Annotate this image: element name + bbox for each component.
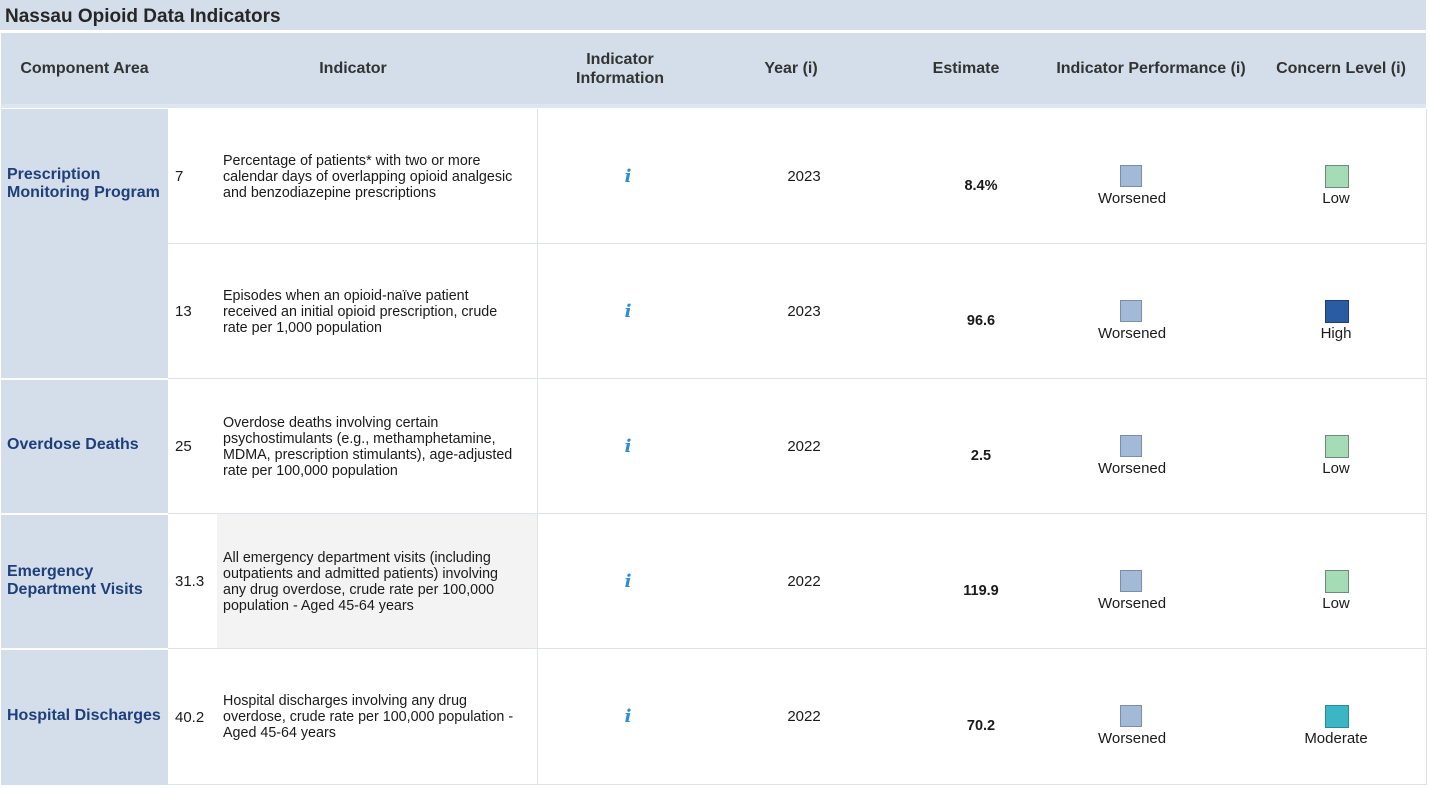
performance-label: Worsened bbox=[1098, 325, 1167, 342]
year-value: 2023 bbox=[787, 168, 821, 185]
indicator-text-line: Episodes when an opioid-naïve patient bbox=[223, 288, 469, 304]
indicator-number: 25 bbox=[175, 438, 192, 455]
info-icon[interactable]: i bbox=[621, 166, 635, 187]
component-label-line1: Prescription bbox=[7, 166, 101, 183]
component-label: Overdose Deaths bbox=[7, 436, 139, 453]
performance-swatch bbox=[1120, 435, 1142, 457]
indicator-text-line: received an initial opioid prescription,… bbox=[223, 304, 498, 320]
header-indicator-performance[interactable]: Indicator Performance (i) bbox=[1046, 33, 1256, 104]
header-component-area: Component Area bbox=[20, 60, 149, 77]
concern-swatch bbox=[1325, 705, 1349, 728]
concern-swatch bbox=[1325, 435, 1349, 458]
concern-swatch bbox=[1325, 165, 1349, 188]
year-value: 2022 bbox=[787, 438, 821, 455]
table-row: 7 Percentage of patients* with two or mo… bbox=[168, 109, 1426, 244]
performance-swatch bbox=[1120, 165, 1142, 187]
indicator-number: 13 bbox=[175, 303, 192, 320]
header-indicator-information-line1: Indicator bbox=[586, 50, 654, 68]
performance-label: Worsened bbox=[1098, 190, 1167, 207]
year-value: 2022 bbox=[787, 573, 821, 590]
table-header: Component Area Indicator Indicator Infor… bbox=[1, 33, 1426, 108]
performance-swatch bbox=[1120, 705, 1142, 727]
performance-swatch bbox=[1120, 300, 1142, 322]
indicator-text: Episodes when an opioid-naïve patient re… bbox=[223, 288, 528, 336]
indicator-text-line: any drug overdose, crude rate per 100,00… bbox=[223, 582, 495, 598]
component-label: Prescription Monitoring Program bbox=[7, 166, 160, 202]
header-concern-level[interactable]: Concern Level (i) bbox=[1266, 33, 1416, 104]
estimate-value: 96.6 bbox=[966, 313, 996, 329]
header-indicator-information-line2: Information bbox=[576, 69, 664, 87]
indicator-text-line: calendar days of overlapping opioid anal… bbox=[223, 169, 513, 185]
component-hospital-discharges: Hospital Discharges bbox=[1, 650, 168, 785]
indicator-text-line: rate per 1,000 population bbox=[223, 320, 382, 336]
indicator-text: All emergency department visits (includi… bbox=[223, 550, 528, 614]
indicator-text-line: Hospital discharges involving any drug bbox=[223, 693, 467, 709]
indicator-text-line: Overdose deaths involving certain bbox=[223, 415, 439, 431]
performance-label: Worsened bbox=[1098, 730, 1167, 747]
page-title: Nassau Opioid Data Indicators bbox=[5, 6, 281, 27]
header-estimate: Estimate bbox=[932, 60, 1000, 77]
table-row: 25 Overdose deaths involving certain psy… bbox=[168, 379, 1426, 514]
header-year[interactable]: Year (i) bbox=[741, 33, 841, 104]
component-label: Emergency Department Visits bbox=[7, 563, 143, 599]
indicator-text-line: rate per 100,000 population bbox=[223, 463, 398, 479]
year-value: 2022 bbox=[787, 708, 821, 725]
indicator-text-line: outpatients and admitted patients) invol… bbox=[223, 566, 498, 582]
indicator-text: Hospital discharges involving any drug o… bbox=[223, 693, 528, 741]
component-emergency-department-visits: Emergency Department Visits bbox=[1, 515, 168, 648]
title-bar: Nassau Opioid Data Indicators bbox=[0, 0, 1426, 32]
indicator-text: Overdose deaths involving certain psycho… bbox=[223, 415, 528, 479]
estimate-value: 70.2 bbox=[966, 718, 996, 734]
column-divider bbox=[537, 109, 538, 243]
estimate-value: 119.9 bbox=[963, 583, 999, 599]
indicator-text: Percentage of patients* with two or more… bbox=[223, 153, 528, 201]
component-label-line2: Department Visits bbox=[7, 581, 143, 598]
indicator-table: Prescription Monitoring Program Overdose… bbox=[1, 109, 1426, 785]
component-label: Hospital Discharges bbox=[7, 707, 161, 724]
table-row: 31.3 All emergency department visits (in… bbox=[168, 514, 1426, 649]
component-label-line1: Emergency bbox=[7, 563, 94, 580]
indicator-number: 31.3 bbox=[175, 573, 205, 590]
table-row: 13 Episodes when an opioid-naïve patient… bbox=[168, 244, 1426, 379]
concern-label: Moderate bbox=[1304, 730, 1368, 747]
concern-swatch bbox=[1325, 570, 1349, 593]
concern-label: Low bbox=[1322, 190, 1350, 207]
info-icon[interactable]: i bbox=[621, 706, 635, 727]
header-indicator-information: Indicator Information bbox=[556, 33, 684, 104]
component-label-line2: Monitoring Program bbox=[7, 184, 160, 201]
indicator-text-line: overdose, crude rate per 100,000 populat… bbox=[223, 709, 514, 725]
concern-label: High bbox=[1320, 325, 1352, 342]
indicator-text-line: population - Aged 45-64 years bbox=[223, 598, 414, 614]
info-icon[interactable]: i bbox=[621, 436, 635, 457]
info-icon[interactable]: i bbox=[621, 571, 635, 592]
concern-swatch bbox=[1325, 300, 1349, 323]
column-divider bbox=[537, 514, 538, 648]
indicator-text-line: All emergency department visits (includi… bbox=[223, 550, 491, 566]
concern-label: Low bbox=[1322, 595, 1350, 612]
indicator-number: 40.2 bbox=[175, 709, 205, 726]
indicator-number: 7 bbox=[175, 168, 184, 185]
indicator-text-line: MDMA, prescription stimulants), age-adju… bbox=[223, 447, 513, 463]
column-divider bbox=[537, 649, 538, 784]
component-overdose-deaths: Overdose Deaths bbox=[1, 380, 168, 513]
estimate-value: 8.4% bbox=[964, 178, 998, 194]
column-divider bbox=[537, 244, 538, 378]
table-right-border bbox=[1426, 109, 1427, 785]
info-icon[interactable]: i bbox=[621, 301, 635, 322]
indicator-text-line: psychostimulants (e.g., methamphetamine, bbox=[223, 431, 496, 447]
estimate-value: 2.5 bbox=[970, 448, 992, 464]
indicator-text-line: Percentage of patients* with two or more bbox=[223, 153, 481, 169]
component-prescription-monitoring: Prescription Monitoring Program bbox=[1, 109, 168, 378]
header-indicator: Indicator bbox=[319, 60, 387, 77]
performance-label: Worsened bbox=[1098, 460, 1167, 477]
table-row: 40.2 Hospital discharges involving any d… bbox=[168, 649, 1426, 785]
year-value: 2023 bbox=[787, 303, 821, 320]
performance-label: Worsened bbox=[1098, 595, 1167, 612]
indicator-text-line: and benzodiazepine prescriptions bbox=[223, 185, 437, 201]
concern-label: Low bbox=[1322, 460, 1350, 477]
performance-swatch bbox=[1120, 570, 1142, 592]
column-divider bbox=[537, 379, 538, 513]
indicator-text-line: Aged 45-64 years bbox=[223, 725, 336, 741]
